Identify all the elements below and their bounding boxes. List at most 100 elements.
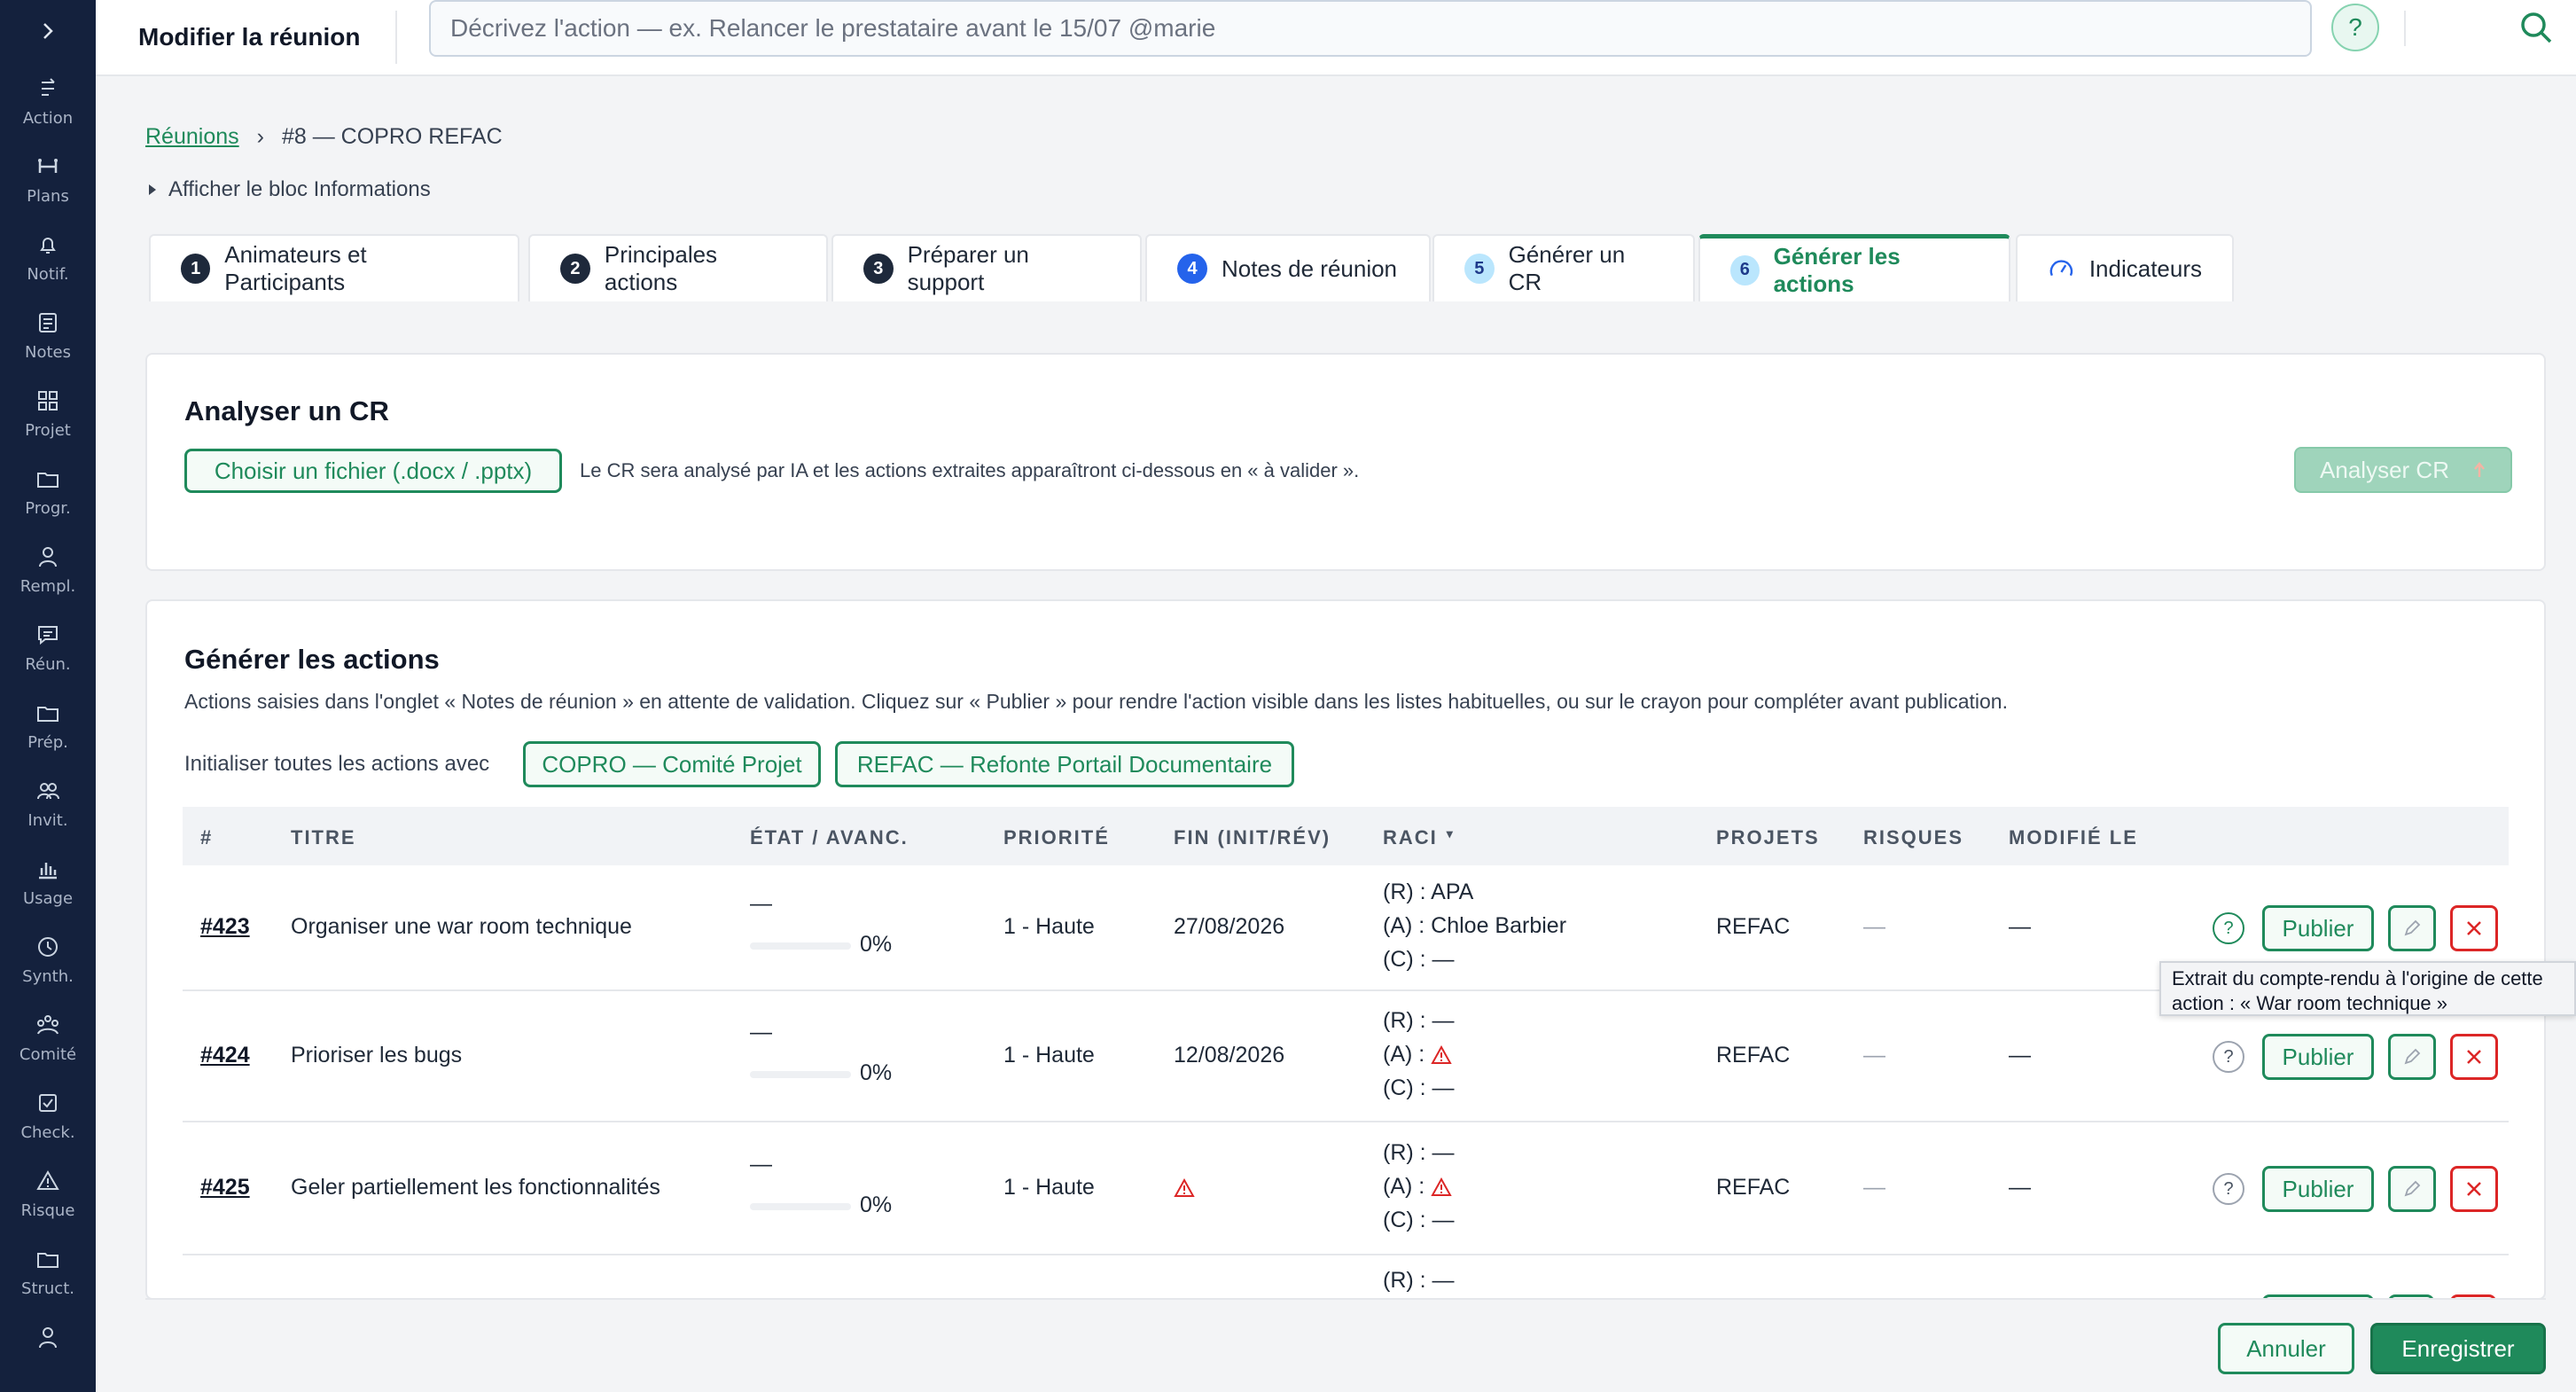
sidebar-item-7[interactable]: Réun. (0, 608, 96, 686)
tab-generer-actions[interactable]: 6 Générer les actions (1698, 234, 2010, 301)
person-icon (39, 546, 57, 567)
edit-button[interactable] (2388, 1034, 2436, 1080)
breadcrumb-link-reunions[interactable]: Réunions (145, 124, 239, 150)
plans-icon (38, 158, 58, 173)
tab-number: 1 (181, 254, 211, 284)
warning-icon (36, 1169, 59, 1190)
action-risks: — (1863, 1175, 1885, 1200)
progress-bar (750, 1071, 851, 1078)
analyser-cr-label: Analyser CR (2320, 456, 2449, 483)
command-input[interactable] (429, 0, 2312, 57)
col-header-projets[interactable]: PROJETS (1716, 826, 1820, 849)
warning-icon (1431, 1045, 1452, 1065)
action-state: — (750, 1152, 772, 1177)
sidebar-item-5[interactable]: Progr. (0, 452, 96, 530)
col-header-risques[interactable]: RISQUES (1863, 826, 1963, 849)
table-row: #425 Geler partiellement les fonctionnal… (183, 1122, 2509, 1255)
init-refac-button[interactable]: REFAC — Refonte Portail Documentaire (835, 741, 1294, 787)
edit-button[interactable] (2388, 1166, 2436, 1212)
delete-button[interactable] (2450, 1034, 2498, 1080)
tab-label: Principales actions (604, 241, 718, 295)
sidebar-item-2[interactable]: Notif. (0, 218, 96, 296)
col-header-titre[interactable]: TITRE (291, 826, 356, 849)
sidebar-item-9[interactable]: Invit. (0, 764, 96, 842)
source-help-button[interactable]: ? (2213, 912, 2244, 944)
sidebar: Action Plans Notif. Notes Projet Progr. … (0, 0, 96, 1392)
tab-number: 5 (1464, 254, 1495, 284)
col-header-modifie[interactable]: MODIFIÉ LE (2009, 826, 2138, 849)
tab-notes-reunion[interactable]: 4 Notes de réunion (1145, 234, 1431, 301)
checkbox-icon (39, 1093, 57, 1112)
col-header-priorite[interactable]: PRIORITÉ (1003, 826, 1110, 849)
sidebar-item-14[interactable]: Risque (0, 1154, 96, 1232)
action-end-date: 12/08/2026 (1174, 1043, 1284, 1068)
action-priority: 1 - Haute (1003, 1175, 1095, 1200)
action-id-link[interactable]: #425 (200, 1175, 250, 1200)
source-help-button[interactable]: ? (2213, 1173, 2244, 1205)
search-icon (2521, 12, 2552, 43)
warning-icon (1431, 1177, 1452, 1197)
analyser-cr-button[interactable]: Analyser CR (2294, 447, 2512, 493)
publish-button[interactable]: Publier (2262, 905, 2374, 951)
delete-button[interactable] (2450, 1166, 2498, 1212)
init-copro-button[interactable]: COPRO — Comité Projet (523, 741, 821, 787)
tab-principales-actions[interactable]: 2 Principales actions (528, 234, 828, 301)
sidebar-item-15[interactable]: Struct. (0, 1232, 96, 1310)
sidebar-item-3[interactable]: Notes (0, 296, 96, 374)
info-block-toggle[interactable]: Afficher le bloc Informations (149, 177, 431, 202)
sidebar-toggle-button[interactable] (0, 0, 96, 62)
tab-preparer-support[interactable]: 3 Préparer un support (831, 234, 1142, 301)
col-header-num: # (200, 826, 214, 848)
tab-animateurs[interactable]: 1 Animateurs et Participants (149, 234, 519, 301)
publish-button[interactable]: Publier (2262, 1166, 2374, 1212)
publish-button[interactable]: Publier (2262, 1034, 2374, 1080)
upload-arrow-icon (2474, 462, 2485, 477)
sidebar-item-10[interactable]: Usage (0, 842, 96, 920)
tab-generer-cr[interactable]: 5 Générer un CR (1432, 234, 1695, 301)
action-id-link[interactable]: #424 (200, 1043, 250, 1068)
chat-icon (38, 625, 58, 645)
help-button[interactable]: ? (2331, 4, 2379, 51)
sidebar-item-6[interactable]: Rempl. (0, 530, 96, 608)
end-date-text: 12/08/2026 (1174, 1043, 1285, 1067)
choose-file-button[interactable]: Choisir un fichier (.docx / .pptx) (184, 449, 562, 493)
col-header-etat[interactable]: ÉTAT / AVANC. (750, 826, 909, 849)
raci-a-text: (A) : (1383, 1042, 1425, 1067)
sidebar-item-11[interactable]: Synth. (0, 920, 96, 998)
raci-r: (R) : — (1383, 1008, 1455, 1033)
save-button[interactable]: Enregistrer (2370, 1323, 2546, 1374)
action-raci: (R) : — (A) : (C) : — (1383, 1004, 1455, 1105)
source-help-button[interactable]: ? (2213, 1041, 2244, 1073)
bar-chart-icon (39, 862, 57, 879)
raci-c: (C) : — (1383, 1075, 1455, 1100)
sidebar-item-4[interactable]: Projet (0, 374, 96, 452)
action-project: REFAC (1716, 1175, 1791, 1200)
caret-right-icon (149, 184, 156, 195)
table-row-partial: (R) : — (183, 1255, 2509, 1298)
action-modified: — (2009, 914, 2031, 939)
action-project: REFAC (1716, 914, 1791, 939)
action-modified: — (2009, 1043, 2031, 1067)
sidebar-item-1[interactable]: Plans (0, 140, 96, 218)
sidebar-item-12[interactable]: Comité (0, 998, 96, 1076)
search-button[interactable] (2516, 7, 2556, 48)
action-end-date (1174, 1175, 1195, 1200)
sidebar-item-13[interactable]: Check. (0, 1076, 96, 1154)
tab-indicateurs[interactable]: Indicateurs (2016, 234, 2234, 301)
col-header-fin[interactable]: FIN (INIT/RÉV) (1174, 826, 1331, 849)
raci-a: (A) : (1383, 1037, 1455, 1071)
sidebar-item-0[interactable]: Action (0, 62, 96, 140)
delete-button[interactable] (2450, 905, 2498, 951)
action-id-link[interactable]: #423 (200, 914, 250, 940)
col-header-raci-label: RACI (1383, 826, 1438, 848)
sidebar-item-label: Risque (20, 1200, 75, 1220)
col-header-raci[interactable]: RACI ▾ (1383, 826, 1455, 849)
cancel-button[interactable]: Annuler (2218, 1323, 2354, 1374)
sidebar-item-more[interactable] (0, 1310, 96, 1364)
close-icon (2467, 921, 2481, 935)
pencil-icon (2404, 1180, 2421, 1197)
sidebar-item-8[interactable]: Prép. (0, 686, 96, 764)
action-risks: — (1863, 1043, 1885, 1067)
edit-button[interactable] (2388, 905, 2436, 951)
sidebar-item-label: Plans (27, 186, 69, 206)
